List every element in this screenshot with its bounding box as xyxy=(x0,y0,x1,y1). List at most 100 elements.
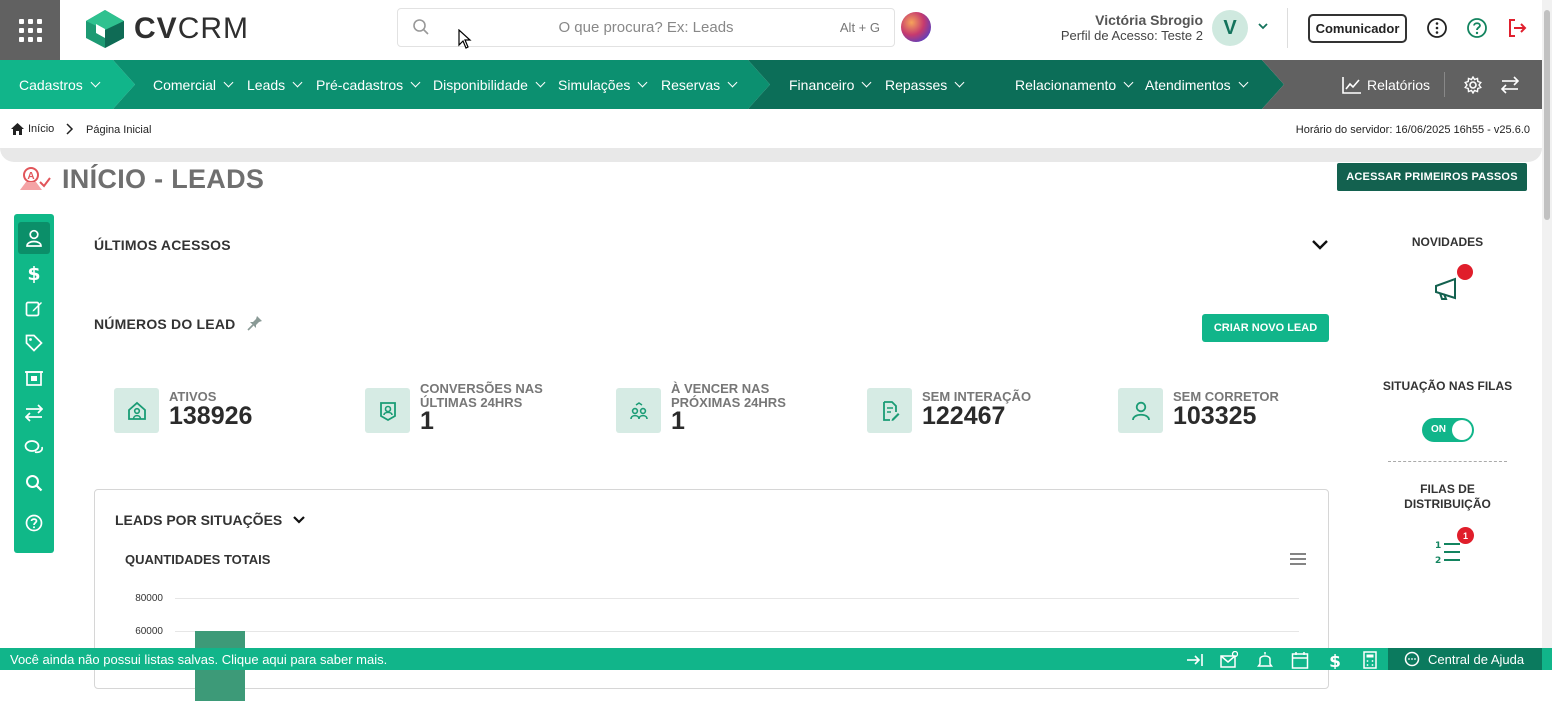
bell-icon[interactable] xyxy=(1256,651,1274,669)
sidebar-item-leads[interactable] xyxy=(18,222,50,254)
cvcrm-logo[interactable]: CVCRM xyxy=(84,8,249,50)
comunicador-button[interactable]: Comunicador xyxy=(1308,14,1407,43)
more-options-icon[interactable] xyxy=(1426,17,1448,39)
mail-notification-icon[interactable] xyxy=(1220,651,1238,669)
svg-text:$: $ xyxy=(1329,652,1341,669)
sidebar-item-search[interactable] xyxy=(18,467,50,499)
chevron-down-icon xyxy=(637,77,648,88)
metric-icon-box xyxy=(616,388,661,433)
metric-conversions[interactable]: CONVERSÕES NAS ÚLTIMAS 24HRS 1 xyxy=(365,382,605,438)
global-search[interactable]: O que procura? Ex: Leads Alt + G xyxy=(397,8,895,49)
chevron-down-icon xyxy=(90,77,101,88)
metric-icon-box xyxy=(1118,388,1163,433)
apps-grid-icon xyxy=(18,18,42,42)
main-navbar: Cadastros Comercial Leads Pré-cadastros … xyxy=(0,60,1552,109)
logout-icon[interactable] xyxy=(1506,17,1528,39)
metric-icon-box xyxy=(365,388,410,433)
breadcrumb: Início Página Inicial Horário do servido… xyxy=(0,109,1552,149)
leads-page-icon: A xyxy=(20,166,51,190)
avatar[interactable]: V xyxy=(1212,10,1248,46)
nav-leads[interactable]: Leads xyxy=(247,60,303,109)
sidebar-item-tags[interactable] xyxy=(18,327,50,359)
tag-icon xyxy=(25,334,43,352)
panel-divider xyxy=(1388,461,1507,462)
apps-menu-button[interactable] xyxy=(0,0,60,60)
help-icon[interactable] xyxy=(1466,17,1488,39)
y-gridline xyxy=(175,631,1299,632)
ordered-list-icon[interactable]: 1 2 xyxy=(1435,539,1461,565)
metric-value: 1 xyxy=(420,407,434,435)
nav-financeiro[interactable]: Financeiro xyxy=(789,60,872,109)
nav-atendimentos[interactable]: Atendimentos xyxy=(1145,60,1249,109)
logo-text: CVCRM xyxy=(134,12,250,45)
nav-comercial[interactable]: Comercial xyxy=(153,60,234,109)
nav-reservas[interactable]: Reservas xyxy=(661,60,738,109)
nav-disponibilidade[interactable]: Disponibilidade xyxy=(433,60,546,109)
search-icon xyxy=(26,475,43,492)
sidebar-item-transfers[interactable] xyxy=(18,397,50,429)
leads-by-status-title[interactable]: LEADS POR SITUAÇÕES xyxy=(115,512,306,528)
nav-simulacoes[interactable]: Simulações xyxy=(558,60,648,109)
users-exchange-icon xyxy=(629,401,648,419)
y-tick-label: 80000 xyxy=(135,593,163,604)
svg-text:A: A xyxy=(27,171,34,182)
server-time: Horário do servidor: 16/06/2025 16h55 - … xyxy=(1295,124,1530,136)
dollar-icon[interactable]: $ xyxy=(1326,651,1344,669)
svg-text:2: 2 xyxy=(1435,556,1441,565)
svg-text:$: $ xyxy=(27,263,40,283)
chevron-down-icon[interactable] xyxy=(1257,20,1269,32)
header-divider xyxy=(1287,8,1288,48)
chat-help-icon xyxy=(1404,651,1420,667)
nav-relatorios[interactable]: Relatórios xyxy=(1342,60,1430,109)
sidebar-item-units[interactable] xyxy=(18,362,50,394)
chevron-right-icon xyxy=(66,123,74,135)
create-lead-button[interactable]: CRIAR NOVO LEAD xyxy=(1202,314,1329,342)
metric-label: CONVERSÕES NAS ÚLTIMAS 24HRS xyxy=(420,381,543,410)
news-notification-dot xyxy=(1457,264,1473,280)
sidebar-item-help[interactable] xyxy=(18,507,50,539)
metric-no-interaction[interactable]: SEM INTERAÇÃO 122467 xyxy=(867,388,1107,438)
nav-relacionamento[interactable]: Relacionamento xyxy=(1015,60,1134,109)
collapse-right-icon[interactable] xyxy=(1186,651,1204,669)
ai-assistant-orb[interactable] xyxy=(901,12,931,42)
house-user-icon xyxy=(127,401,146,420)
metric-no-broker[interactable]: SEM CORRETOR 103325 xyxy=(1118,388,1358,438)
breadcrumb-home[interactable]: Início xyxy=(11,123,54,135)
sidebar-item-edit[interactable] xyxy=(18,292,50,324)
sidebar-item-financial[interactable]: $ xyxy=(18,257,50,289)
queue-status-toggle[interactable]: ON xyxy=(1422,418,1474,442)
chevron-down-icon[interactable] xyxy=(1311,238,1329,252)
metric-icon-box xyxy=(867,388,912,433)
top-bar: CVCRM O que procura? Ex: Leads Alt + G V… xyxy=(0,0,1552,60)
user-info[interactable]: Victória Sbrogio Perfil de Acesso: Teste… xyxy=(1040,12,1203,44)
nav-repasses[interactable]: Repasses xyxy=(885,60,965,109)
lead-numbers-title: NÚMEROS DO LEAD xyxy=(94,316,236,332)
first-steps-button[interactable]: ACESSAR PRIMEIROS PASSOS xyxy=(1337,163,1527,191)
chevron-down-icon xyxy=(293,516,306,524)
switch-arrows-icon xyxy=(25,404,43,422)
badge-user-icon xyxy=(379,401,396,421)
metric-expiring[interactable]: À VENCER NAS PRÓXIMAS 24HRS 1 xyxy=(616,382,856,438)
switch-arrows-icon[interactable] xyxy=(1500,76,1520,94)
sidebar-item-chat[interactable] xyxy=(18,432,50,464)
navbar-divider xyxy=(1444,72,1445,97)
chevron-down-icon xyxy=(1238,77,1249,88)
calendar-icon[interactable] xyxy=(1291,651,1309,669)
chart-menu-icon[interactable] xyxy=(1290,553,1306,565)
help-center-button[interactable]: Central de Ajuda xyxy=(1388,648,1542,670)
metric-value: 138926 xyxy=(169,402,253,430)
search-placeholder: O que procura? Ex: Leads xyxy=(558,19,734,36)
metric-ativos[interactable]: ATIVOS 138926 xyxy=(114,388,354,438)
nav-pre-cadastros[interactable]: Pré-cadastros xyxy=(316,60,421,109)
saved-lists-message[interactable]: Você ainda não possui listas salvas. Cli… xyxy=(10,652,387,667)
calculator-icon[interactable] xyxy=(1361,651,1379,669)
recent-access-title[interactable]: ÚLTIMOS ACESSOS xyxy=(94,237,231,253)
chevron-down-icon xyxy=(292,77,303,88)
user-profile: Perfil de Acesso: Teste 2 xyxy=(1060,28,1203,43)
navbar-background xyxy=(0,60,1552,109)
scrollbar-thumb[interactable] xyxy=(1544,10,1550,220)
gear-icon[interactable] xyxy=(1464,76,1482,94)
pin-icon[interactable] xyxy=(247,315,263,331)
nav-cadastros[interactable]: Cadastros xyxy=(19,60,101,109)
page-scrollbar[interactable] xyxy=(1542,0,1552,648)
